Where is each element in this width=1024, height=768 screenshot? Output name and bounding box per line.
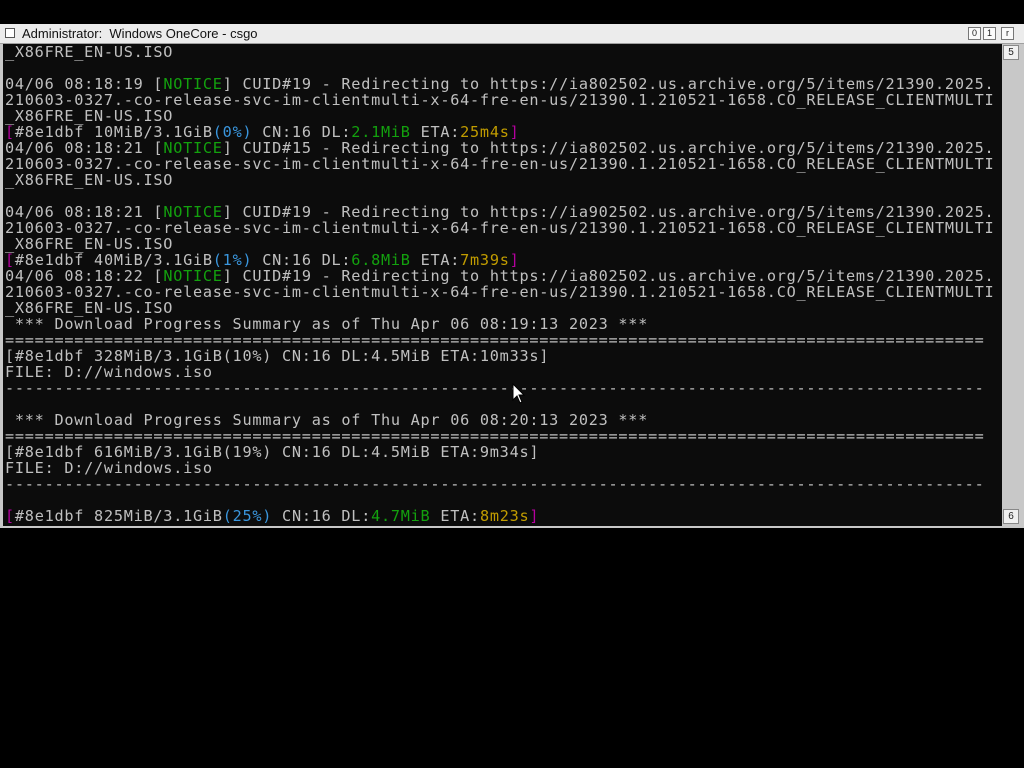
console-text: [ (5, 507, 15, 525)
console-text: ] (529, 507, 540, 525)
console-line: [#8e1dbf 616MiB/3.1GiB(19%) CN:16 DL:4.5… (5, 444, 539, 460)
console-text: ----------------------------------------… (5, 475, 985, 493)
maximize-button[interactable]: 1 (983, 27, 996, 40)
console-line: ----------------------------------------… (5, 476, 984, 492)
scroll-down-button[interactable]: 6 (1003, 509, 1019, 524)
console-text: 8m23s (479, 507, 530, 525)
console-line: FILE: D://windows.iso (5, 460, 213, 476)
window-title: Administrator: Windows OneCore - csgo (22, 26, 258, 41)
console-text: _X86FRE_EN-US.ISO (5, 44, 174, 61)
title-bar[interactable]: Administrator: Windows OneCore - csgo 0 … (0, 24, 1024, 44)
console-output[interactable]: _X86FRE_EN-US.ISO 04/06 08:18:19 [NOTICE]… (3, 44, 1002, 526)
console-line: 210603-0327.-co-release-svc-im-clientmul… (5, 92, 994, 108)
console-text: (25%) (222, 507, 273, 525)
console-line: _X86FRE_EN-US.ISO (5, 236, 173, 252)
console-line: [#8e1dbf 825MiB/3.1GiB(25%) CN:16 DL:4.7… (5, 508, 539, 524)
console-line: 04/06 08:18:19 [NOTICE] CUID#19 - Redire… (5, 76, 994, 92)
console-line: _X86FRE_EN-US.ISO (5, 300, 173, 316)
console-line: [#8e1dbf 328MiB/3.1GiB(10%) CN:16 DL:4.5… (5, 348, 549, 364)
console-window[interactable]: Administrator: Windows OneCore - csgo 0 … (0, 24, 1024, 528)
console-line: 04/06 08:18:21 [NOTICE] CUID#19 - Redire… (5, 204, 994, 220)
console-line: ----------------------------------------… (5, 380, 984, 396)
console-line: 04/06 08:18:21 [NOTICE] CUID#15 - Redire… (5, 140, 994, 156)
console-text: _X86FRE_EN-US.ISO (5, 171, 174, 189)
console-line: 210603-0327.-co-release-svc-im-clientmul… (5, 156, 994, 172)
console-text: ----------------------------------------… (5, 379, 985, 397)
console-text: 4.7MiB (371, 507, 431, 525)
console-line: [#8e1dbf 40MiB/3.1GiB(1%) CN:16 DL:6.8Mi… (5, 252, 520, 268)
console-line: _X86FRE_EN-US.ISO (5, 172, 173, 188)
console-line: 04/06 08:18:22 [NOTICE] CUID#19 - Redire… (5, 268, 994, 284)
console-line: _X86FRE_EN-US.ISO (5, 108, 173, 124)
console-text: ETA: (430, 507, 480, 525)
console-line: *** Download Progress Summary as of Thu … (5, 316, 648, 332)
console-line: ========================================… (5, 428, 984, 444)
console-line: FILE: D://windows.iso (5, 364, 213, 380)
console-line: _X86FRE_EN-US.ISO (5, 44, 173, 60)
console-app-icon[interactable] (5, 28, 15, 38)
mouse-pointer-icon (512, 383, 526, 404)
scroll-up-button[interactable]: 5 (1003, 45, 1019, 60)
minimize-button[interactable]: 0 (968, 27, 981, 40)
console-line: 210603-0327.-co-release-svc-im-clientmul… (5, 284, 994, 300)
vertical-scrollbar[interactable]: 5 6 (1002, 44, 1022, 528)
console-line: *** Download Progress Summary as of Thu … (5, 412, 648, 428)
console-line: 210603-0327.-co-release-svc-im-clientmul… (5, 220, 994, 236)
console-line: ========================================… (5, 332, 984, 348)
console-text: CN:16 DL: (272, 507, 372, 525)
close-button[interactable]: r (1001, 27, 1014, 40)
console-text: #8e1dbf 825MiB/3.1GiB (14, 507, 223, 525)
console-line: [#8e1dbf 10MiB/3.1GiB(0%) CN:16 DL:2.1Mi… (5, 124, 520, 140)
